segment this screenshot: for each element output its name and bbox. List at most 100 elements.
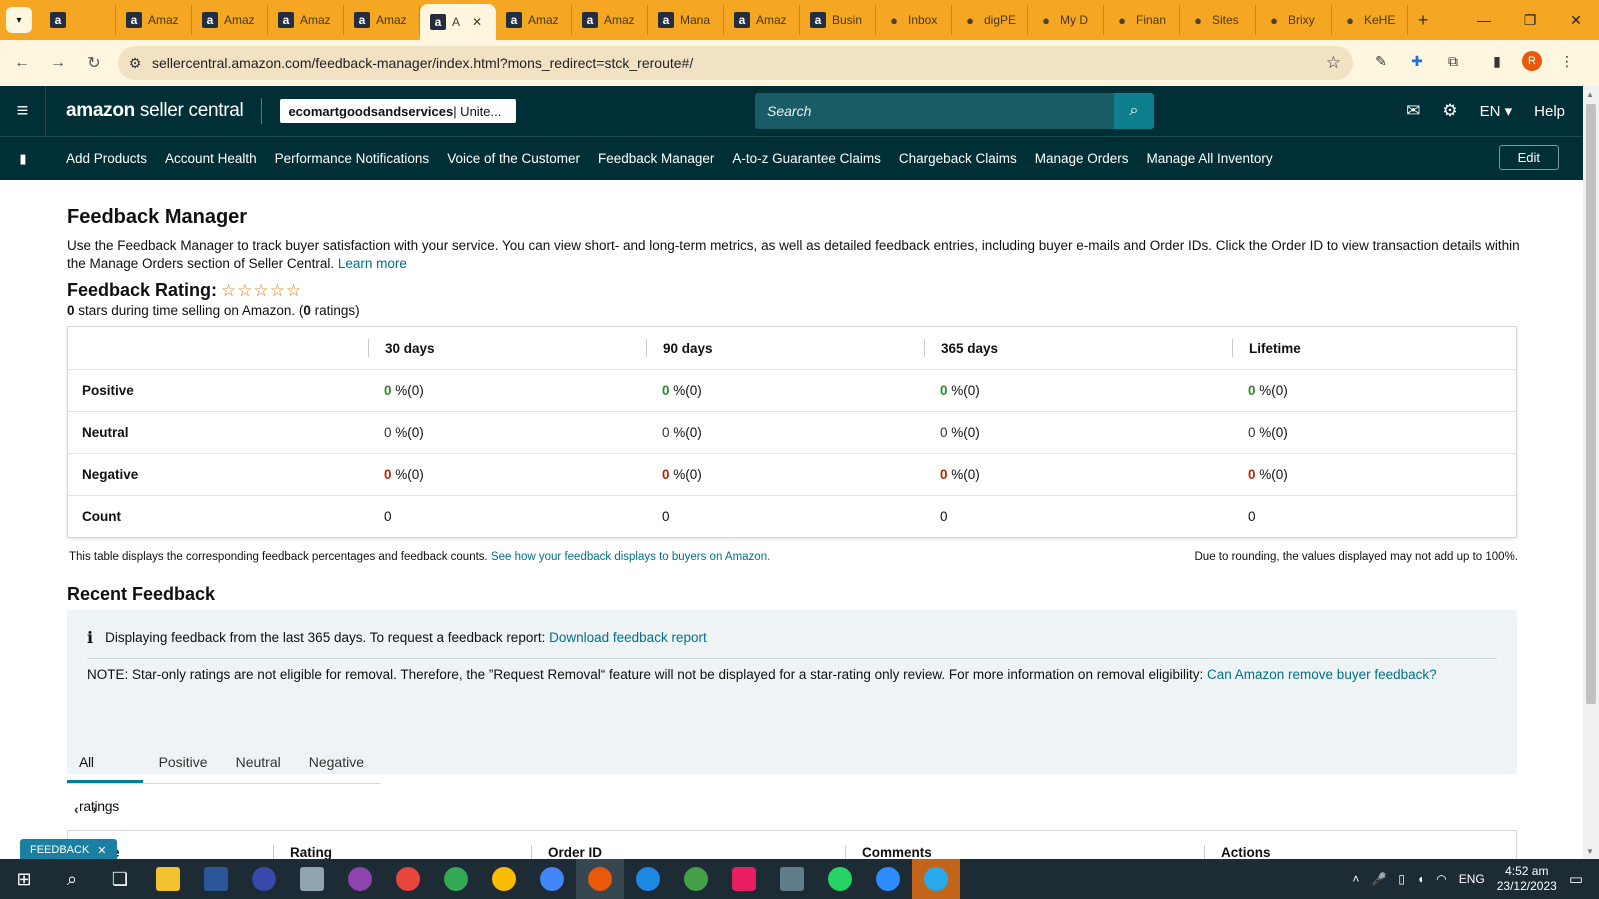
browser-tab[interactable]: a Amaz	[268, 5, 344, 35]
nav-link[interactable]: Chargeback Claims	[899, 151, 1017, 166]
chevron-up-icon[interactable]: ˄	[1352, 872, 1359, 886]
chevron-left-icon[interactable]: ‹	[74, 801, 79, 817]
task-view-icon[interactable]: ❏	[96, 859, 144, 899]
download-report-link[interactable]: Download feedback report	[549, 630, 707, 645]
browser-menu-icon[interactable]: ⋮	[1556, 50, 1578, 72]
browser-tab[interactable]: a Amaz	[496, 5, 572, 35]
edit-bookmarks-button[interactable]: Edit	[1498, 145, 1559, 170]
slack-icon[interactable]	[720, 859, 768, 899]
zoom-icon[interactable]	[864, 859, 912, 899]
column-header[interactable]: Order ID	[531, 845, 845, 860]
nav-link[interactable]: Voice of the Customer	[447, 151, 580, 166]
back-button[interactable]: ←	[4, 45, 40, 81]
browser-tab[interactable]: ● My D	[1028, 5, 1104, 35]
feedback-display-link[interactable]: See how your feedback displays to buyers…	[491, 551, 770, 563]
browser-tab[interactable]: ● KeHE	[1332, 5, 1408, 35]
chrome-icon-6[interactable]	[672, 859, 720, 899]
language-selector[interactable]: EN ▾	[1480, 102, 1513, 120]
browser-tab[interactable]: a A ✕	[420, 4, 496, 40]
mail-icon[interactable]: ✉	[1406, 101, 1420, 121]
whatsapp-icon[interactable]	[816, 859, 864, 899]
close-window-button[interactable]: ✕	[1553, 0, 1599, 40]
column-header[interactable]: Rating	[273, 845, 531, 860]
browser-tab[interactable]: a Amaz	[192, 5, 268, 35]
microphone-icon[interactable]: 🎤	[1371, 872, 1386, 886]
bookmark-star-icon[interactable]: ☆	[1326, 53, 1341, 73]
browser-tab[interactable]: a Mana	[648, 5, 724, 35]
clock[interactable]: 4:52 am 23/12/2023	[1497, 864, 1557, 894]
close-tab-icon[interactable]: ✕	[472, 15, 482, 29]
nav-link[interactable]: Account Health	[165, 151, 257, 166]
help-link[interactable]: Help	[1534, 103, 1565, 120]
chrome-icon-4[interactable]	[528, 859, 576, 899]
restore-button[interactable]: ❐	[1507, 0, 1553, 40]
close-icon[interactable]: ✕	[97, 844, 106, 857]
chrome-icon-3[interactable]	[480, 859, 528, 899]
chrome-icon-5[interactable]	[624, 859, 672, 899]
wifi-icon[interactable]: ◠	[1436, 872, 1446, 886]
chevron-right-icon[interactable]: ›	[93, 801, 98, 817]
browser-tab[interactable]: a Amaz	[572, 5, 648, 35]
tab-positive[interactable]: Positive	[147, 740, 220, 783]
extensions-puzzle-icon[interactable]: ⧉	[1442, 50, 1464, 72]
side-panel-icon[interactable]: ▮	[1486, 50, 1508, 72]
url-text[interactable]: sellercentral.amazon.com/feedback-manage…	[152, 55, 693, 71]
browser-tab[interactable]: ● digPE	[952, 5, 1028, 35]
extension-blue-icon[interactable]: ✚	[1406, 50, 1428, 72]
minimize-button[interactable]: —	[1461, 0, 1507, 40]
chrome-icon-2[interactable]	[432, 859, 480, 899]
browser-tab[interactable]: ● Inbox	[876, 5, 952, 35]
windows-start-icon[interactable]: ⊞	[0, 859, 48, 899]
site-info-icon[interactable]: ⚙	[118, 55, 152, 72]
browser-tab[interactable]: ● Sites	[1180, 5, 1256, 35]
browser-tab[interactable]: a Busin	[800, 5, 876, 35]
page-scrollbar[interactable]: ▲ ▼	[1583, 86, 1599, 860]
nav-link[interactable]: Feedback Manager	[598, 151, 714, 166]
calculator-icon[interactable]	[768, 859, 816, 899]
chrome-icon[interactable]	[384, 859, 432, 899]
search-input[interactable]: Search	[755, 93, 1114, 129]
word-icon[interactable]	[192, 859, 240, 899]
notification-icon[interactable]: ▭	[1569, 870, 1583, 888]
remove-feedback-link[interactable]: Can Amazon remove buyer feedback?	[1207, 667, 1437, 682]
tab-neutral[interactable]: Neutral	[224, 740, 293, 783]
app-purple-icon[interactable]	[336, 859, 384, 899]
scroll-down-icon[interactable]: ▼	[1586, 847, 1594, 856]
nav-link[interactable]: Manage All Inventory	[1147, 151, 1273, 166]
column-header[interactable]: Comments	[845, 845, 1204, 860]
chrome-active-icon[interactable]	[576, 859, 624, 899]
nav-link[interactable]: Add Products	[66, 151, 147, 166]
address-bar[interactable]: ⚙ sellercentral.amazon.com/feedback-mana…	[118, 46, 1353, 80]
search-icon[interactable]: ⌕	[1114, 93, 1154, 129]
hamburger-menu-icon[interactable]: ≡	[0, 86, 46, 136]
app-pen-icon[interactable]	[288, 859, 336, 899]
browser-tab[interactable]: a Amaz	[116, 5, 192, 35]
bookmark-icon[interactable]: ▮	[0, 151, 46, 167]
browser-tab[interactable]: a Amaz	[344, 5, 420, 35]
volume-icon[interactable]: ◖	[1417, 872, 1424, 886]
tab-all-ratings[interactable]: All ratings	[67, 740, 143, 814]
browser-tab[interactable]: a	[40, 5, 116, 35]
tab-negative[interactable]: Negative	[297, 740, 376, 783]
browser-tab[interactable]: a Amaz	[724, 5, 800, 35]
file-explorer-icon[interactable]	[144, 859, 192, 899]
account-switcher[interactable]: ecomartgoodsandservices | Unite...	[280, 99, 517, 123]
forward-button[interactable]: →	[40, 45, 76, 81]
learn-more-link[interactable]: Learn more	[338, 256, 407, 271]
nav-link[interactable]: A-to-z Guarantee Claims	[732, 151, 881, 166]
seller-central-logo[interactable]: amazon seller central	[66, 100, 244, 122]
reload-button[interactable]: ↻	[76, 45, 112, 81]
tab-search-button[interactable]: ▾	[6, 7, 32, 33]
telegram-icon[interactable]	[912, 859, 960, 899]
gear-icon[interactable]: ⚙	[1442, 101, 1457, 121]
app-blue-icon[interactable]	[240, 859, 288, 899]
profile-avatar[interactable]: R	[1522, 51, 1542, 71]
nav-link[interactable]: Performance Notifications	[275, 151, 430, 166]
search-icon[interactable]: ⌕	[48, 859, 96, 899]
browser-tab[interactable]: ● Finan	[1104, 5, 1180, 35]
language-indicator[interactable]: ENG	[1459, 872, 1485, 886]
scroll-up-icon[interactable]: ▲	[1586, 90, 1594, 99]
column-header[interactable]: Actions	[1204, 845, 1504, 860]
new-tab-button[interactable]: +	[1408, 10, 1438, 31]
extension-icon[interactable]: ✎	[1370, 50, 1392, 72]
